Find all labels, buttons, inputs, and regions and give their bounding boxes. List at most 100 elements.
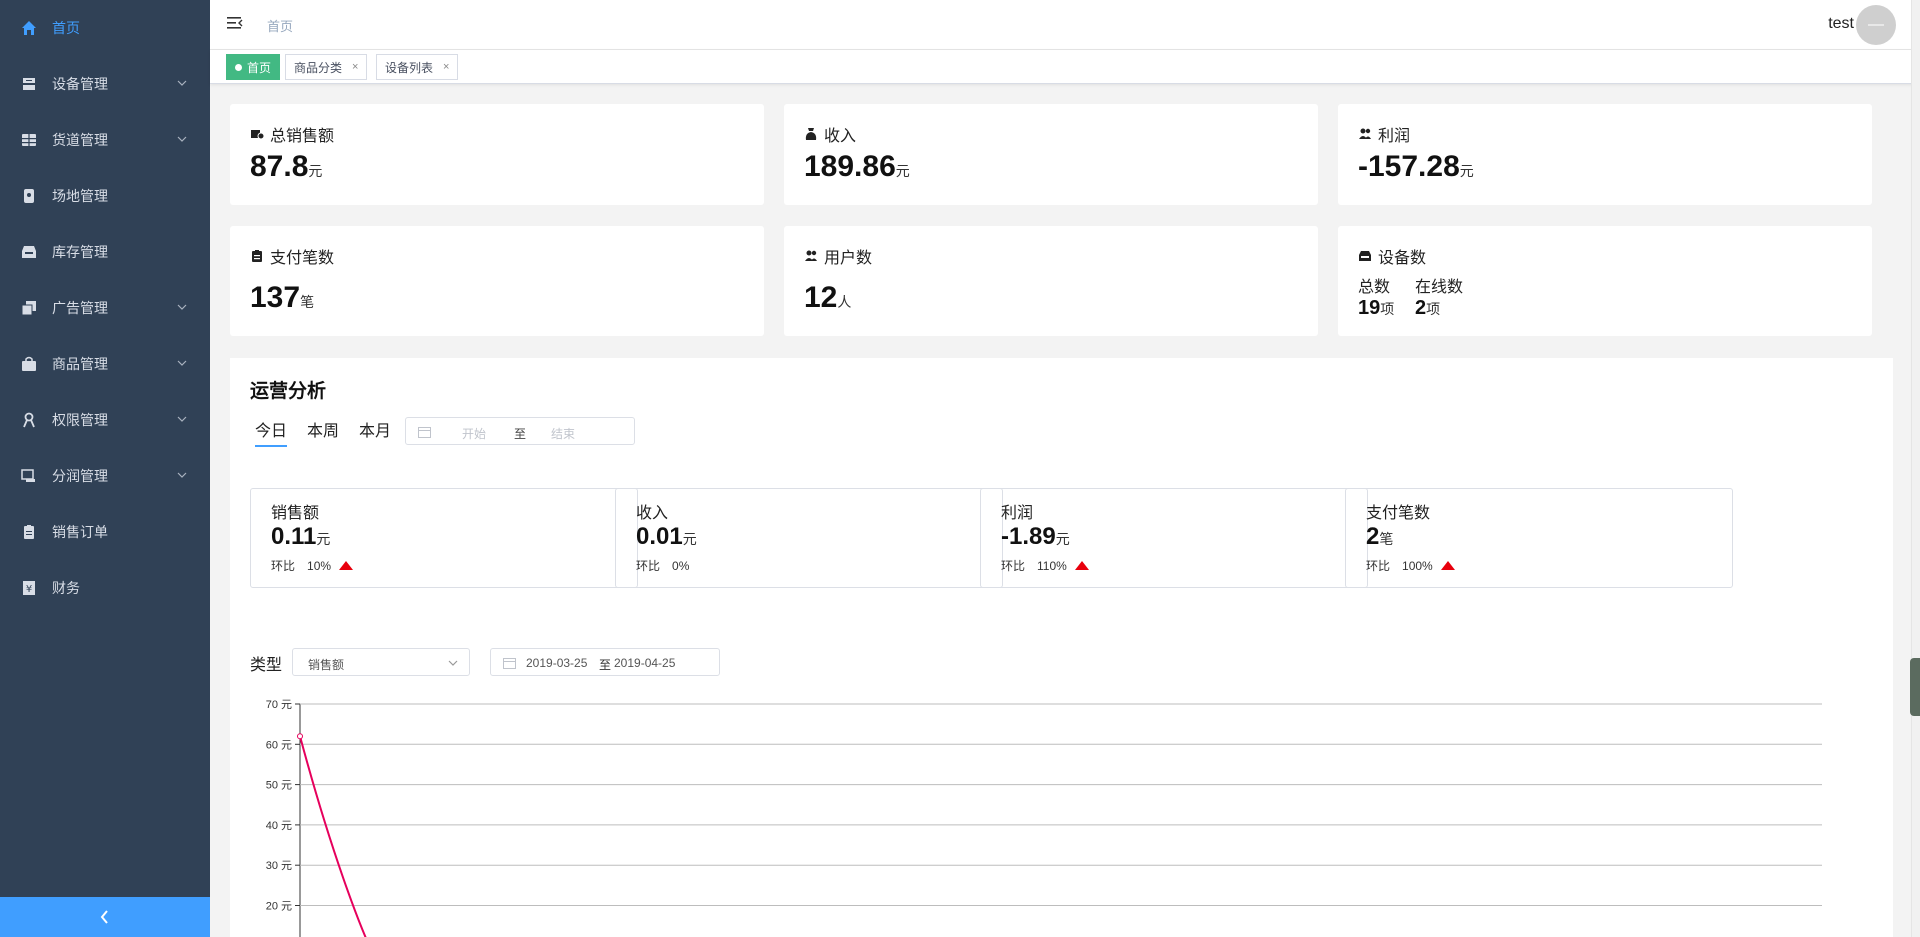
sidebar-item-7[interactable]: 权限管理 — [0, 392, 210, 448]
end-date-input[interactable]: 结束 — [551, 425, 575, 442]
sidebar: 首页 设备管理 货道管理场地管理库存管理广告管理商品管理权限管理分润管理销售订单 ¥ 财… — [0, 0, 210, 937]
stat-card-income: 收入 189.86元 — [784, 104, 1318, 205]
sidebar-item-10[interactable]: ¥ 财务 — [0, 560, 210, 616]
chevron-down-icon — [177, 304, 187, 310]
tab-this-week[interactable]: 本周 — [307, 417, 339, 441]
payments-value: 137 — [250, 281, 301, 314]
metric-number: 2 — [1366, 523, 1380, 550]
profit-value: -157.28 — [1358, 150, 1460, 183]
sidebar-item-label: 场地管理 — [52, 188, 108, 204]
metric-value: 0.11元 — [271, 523, 330, 551]
calendar-icon — [503, 658, 516, 669]
tag-home[interactable]: 首页 — [226, 54, 281, 80]
stat-card-payments: 支付笔数 137笔 — [230, 226, 764, 336]
stat-card-total-sales: 总销售额 87.8元 — [230, 104, 764, 205]
card-title: 用户数 — [804, 244, 872, 268]
metric-ratio: 环比 110% — [1001, 557, 1089, 574]
series-line — [299, 735, 367, 937]
breadcrumb[interactable]: 首页 — [267, 16, 293, 35]
card-value: 189.86元 — [804, 150, 910, 184]
metric-value: -1.89元 — [1001, 523, 1070, 551]
chevron-down-icon — [177, 136, 187, 142]
chart-range-start[interactable]: 2019-03-25 — [526, 656, 587, 670]
chevron-left-icon — [100, 910, 108, 924]
sidebar-item-4[interactable]: 库存管理 — [0, 224, 210, 280]
type-select[interactable]: 销售额 — [292, 648, 470, 676]
card-value: -157.28元 — [1358, 150, 1474, 184]
range-separator: 至 — [514, 427, 527, 441]
inventory-icon — [20, 243, 38, 261]
user-name[interactable]: test — [1828, 15, 1854, 33]
card-title-text: 收入 — [824, 128, 857, 145]
sidebar-item-label: 分润管理 — [52, 468, 108, 484]
tag-label: 设备列表 — [385, 60, 434, 75]
metric-card: 利润 -1.89元环比 110% — [980, 488, 1368, 588]
card-value: 137笔 — [250, 281, 314, 315]
active-dot-icon — [235, 63, 242, 71]
tag-label: 商品分类 — [294, 60, 343, 75]
device-box-icon — [1359, 251, 1371, 261]
device-online: 在线数 2项 — [1415, 273, 1463, 320]
sidebar-item-label: 商品管理 — [52, 356, 108, 372]
sidebar-item-1[interactable]: 设备管理 — [0, 56, 210, 112]
type-select-value: 销售额 — [308, 658, 345, 672]
device-total-label: 总数 — [1358, 279, 1391, 296]
close-icon[interactable]: × — [443, 61, 449, 73]
device-total: 总数 19项 — [1358, 273, 1394, 320]
start-date-input[interactable]: 开始 — [462, 425, 486, 442]
ratio-value: 100% — [1402, 558, 1433, 573]
device-online-value: 2 — [1415, 297, 1427, 319]
sidebar-item-8[interactable]: 分润管理 — [0, 448, 210, 504]
date-range-picker[interactable]: 开始 至 结束 — [405, 417, 635, 445]
tags-view: 首页 商品分类 × 设备列表 × — [210, 50, 1920, 84]
sidebar-item-2[interactable]: 货道管理 — [0, 112, 210, 168]
income-value: 189.86 — [804, 150, 896, 183]
metric-card: 支付笔数 2笔 环比 100% — [1345, 488, 1733, 588]
card-title: 总销售额 — [250, 122, 334, 146]
sidebar-item-9[interactable]: 销售订单 — [0, 504, 210, 560]
close-icon[interactable]: × — [352, 61, 358, 73]
up-arrow-icon — [1074, 561, 1089, 570]
clipboard-icon — [252, 250, 262, 262]
sidebar-collapse-button[interactable] — [0, 897, 210, 937]
sidebar-item-5[interactable]: 广告管理 — [0, 280, 210, 336]
card-value: 12人 — [804, 281, 851, 315]
ratio-value: 10% — [307, 558, 332, 573]
up-arrow-icon — [1440, 561, 1455, 570]
sidebar-item-6[interactable]: 商品管理 — [0, 336, 210, 392]
chart-date-range-picker[interactable]: 2019-03-25 至 2019-04-25 — [490, 648, 720, 676]
metric-title: 利润 — [1001, 505, 1034, 522]
sidebar-item-label: 库存管理 — [52, 244, 108, 260]
chart-range-end[interactable]: 2019-04-25 — [614, 656, 675, 670]
y-tick-label: 60 元 — [266, 739, 292, 751]
tag-product-category[interactable]: 商品分类 × — [285, 54, 368, 80]
chevron-down-icon — [177, 472, 187, 478]
order-icon — [20, 523, 38, 541]
hamburger-menu-icon[interactable] — [226, 14, 244, 32]
panel-title: 运营分析 — [250, 381, 327, 402]
unit: 元 — [682, 531, 697, 547]
card-title: 支付笔数 — [250, 244, 334, 268]
metric-number: 0.01 — [636, 523, 683, 550]
metric-title: 销售额 — [271, 505, 320, 522]
card-value: 87.8元 — [250, 150, 322, 184]
card-title-text: 利润 — [1378, 128, 1411, 145]
card-title-text: 设备数 — [1378, 250, 1427, 267]
side-drawer-handle[interactable] — [1910, 658, 1920, 716]
metric-title: 支付笔数 — [1366, 505, 1431, 522]
unit: 元 — [1459, 163, 1474, 179]
chevron-down-icon — [177, 80, 187, 86]
sidebar-item-3[interactable]: 场地管理 — [0, 168, 210, 224]
profit-share-icon — [20, 467, 38, 485]
vertical-scrollbar[interactable] — [1911, 0, 1920, 937]
device-online-label: 在线数 — [1415, 279, 1464, 296]
sidebar-item-0[interactable]: 首页 — [0, 0, 210, 56]
avatar[interactable] — [1856, 5, 1896, 45]
card-title-text: 总销售额 — [270, 128, 335, 145]
svg-text:¥: ¥ — [26, 584, 32, 595]
metric-title: 收入 — [636, 505, 669, 522]
tab-this-month[interactable]: 本月 — [359, 417, 391, 441]
unit: 元 — [895, 163, 910, 179]
tab-today[interactable]: 今日 — [255, 417, 287, 441]
tag-device-list[interactable]: 设备列表 × — [376, 54, 459, 80]
